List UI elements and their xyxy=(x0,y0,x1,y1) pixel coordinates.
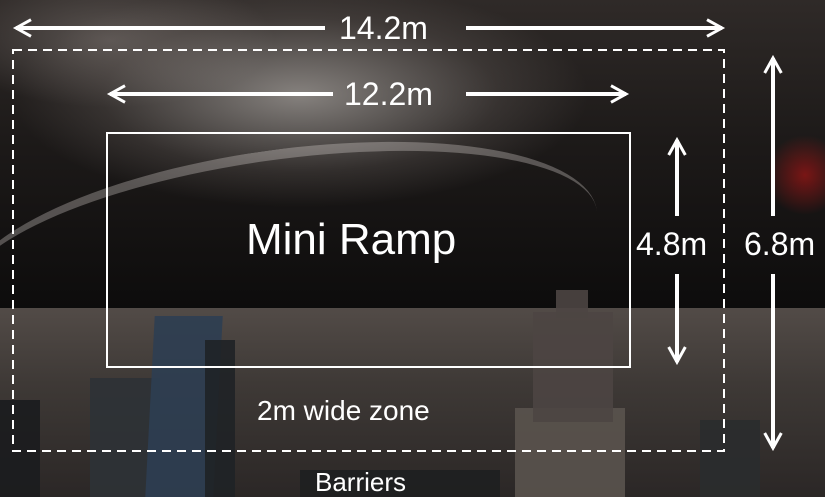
inner-width-label: 12.2m xyxy=(344,76,433,112)
zone-label: 2m wide zone xyxy=(257,395,430,426)
outer-height-label: 6.8m xyxy=(744,226,816,262)
outer-width-label: 14.2m xyxy=(339,10,428,46)
diagram-stage: 14.2m 12.2m Mini Ramp 4.8m 6.8m 2m wide … xyxy=(0,0,825,497)
inner-height-label: 4.8m xyxy=(636,226,708,262)
mini-ramp-label: Mini Ramp xyxy=(246,215,457,264)
barriers-label: Barriers xyxy=(315,467,407,497)
